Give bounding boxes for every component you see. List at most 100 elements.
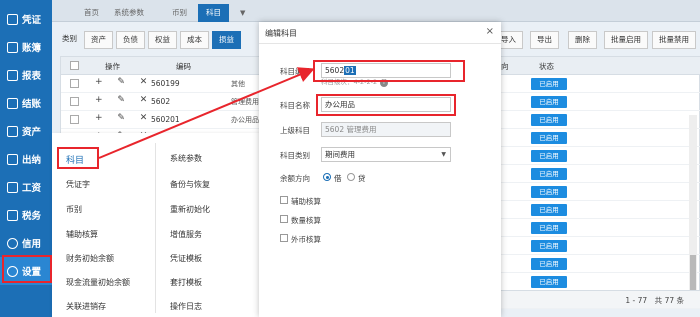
row-actions[interactable]: + ✎ ✕ (95, 113, 153, 123)
debit-radio[interactable] (323, 173, 331, 181)
sidebar-item-tax[interactable]: 税务 (0, 201, 52, 229)
foreign-currency-checkbox[interactable] (280, 234, 288, 242)
tab-bar: 首页 系统参数 币别 科目 ▼ (52, 0, 700, 22)
menu-item-voucher-template[interactable]: 凭证模板 (170, 253, 202, 264)
menu-item-print-template[interactable]: 套打模板 (170, 277, 202, 288)
filter-cost-button[interactable]: 成本 (180, 31, 209, 49)
menu-item-inventory-link[interactable]: 关联进销存 (66, 301, 106, 312)
menu-item-initial-balance[interactable]: 财务初始余额 (66, 253, 114, 264)
tab-accounts[interactable]: 科目 (198, 4, 229, 22)
highlight-name-input (316, 94, 456, 116)
row-checkbox[interactable] (70, 115, 79, 124)
foreign-currency-label: 外币核算 (291, 235, 321, 244)
sidebar-item-cashier[interactable]: 出纳 (0, 145, 52, 173)
status-badge[interactable]: 已启用 (531, 96, 567, 108)
vertical-scrollbar[interactable] (689, 115, 697, 295)
sidebar-label: 账簿 (22, 43, 42, 54)
tab-home[interactable]: 首页 (76, 4, 107, 22)
highlight-settings (2, 255, 52, 283)
status-badge[interactable]: 已启用 (531, 204, 567, 216)
status-badge[interactable]: 已启用 (531, 78, 567, 90)
status-badge[interactable]: 已启用 (531, 222, 567, 234)
sidebar-item-asset[interactable]: 资产 (0, 117, 52, 145)
debit-label: 借 (334, 174, 342, 183)
sidebar-label: 税务 (22, 211, 42, 222)
header-direction: 向 (501, 62, 509, 71)
sidebar-item-salary[interactable]: 工资 (0, 173, 52, 201)
voucher-icon (7, 13, 18, 25)
asset-icon (7, 125, 18, 137)
status-badge[interactable]: 已启用 (531, 150, 567, 162)
account-category-select[interactable]: 期间费用 ▼ (321, 147, 451, 162)
status-badge[interactable]: 已启用 (531, 276, 567, 288)
chevron-down-icon[interactable]: ▼ (232, 4, 253, 22)
parent-label: 上级科目 (280, 126, 310, 135)
row-code: 5602 (151, 97, 171, 106)
batch-enable-button[interactable]: 批量启用 (604, 31, 648, 49)
menu-item-operation-log[interactable]: 操作日志 (170, 301, 202, 312)
row-name: 管理费用 (231, 98, 259, 106)
salary-icon (7, 181, 18, 193)
category-label: 科目类别 (280, 151, 310, 160)
export-button[interactable]: 导出 (530, 31, 559, 49)
category-value: 期间费用 (325, 150, 355, 159)
status-badge[interactable]: 已启用 (531, 186, 567, 198)
row-name: 办公用品 (231, 116, 259, 124)
highlight-code-input (313, 60, 465, 82)
credit-icon (7, 237, 18, 249)
tab-system-params[interactable]: 系统参数 (106, 4, 152, 22)
close-icon[interactable]: × (486, 26, 494, 37)
cashier-icon (7, 153, 18, 165)
menu-item-aux-accounting[interactable]: 辅助核算 (66, 229, 98, 240)
filter-asset-button[interactable]: 资产 (84, 31, 113, 49)
sidebar-label: 工资 (22, 183, 42, 194)
filter-profit-loss-button[interactable]: 损益 (212, 31, 241, 49)
tax-icon (7, 209, 18, 221)
status-badge[interactable]: 已启用 (531, 114, 567, 126)
sidebar-label: 报表 (22, 71, 42, 82)
quantity-accounting-label: 数量核算 (291, 216, 321, 225)
sidebar-item-ledger[interactable]: 账簿 (0, 33, 52, 61)
menu-item-system-params[interactable]: 系统参数 (170, 153, 202, 164)
status-badge[interactable]: 已启用 (531, 240, 567, 252)
menu-item-currency[interactable]: 币别 (66, 204, 82, 215)
sidebar-item-closing[interactable]: 结账 (0, 89, 52, 117)
filter-liability-button[interactable]: 负债 (116, 31, 145, 49)
row-actions[interactable]: + ✎ ✕ (95, 77, 153, 87)
row-code: 560201 (151, 115, 180, 124)
menu-item-reinitialize[interactable]: 重新初始化 (170, 204, 210, 215)
menu-item-backup-restore[interactable]: 备份与恢复 (170, 179, 210, 190)
row-checkbox[interactable] (70, 79, 79, 88)
credit-label: 贷 (358, 174, 366, 183)
dialog-header: 编辑科目 × (259, 22, 501, 44)
header-status: 状态 (539, 62, 554, 71)
sidebar-label: 信用 (22, 239, 42, 250)
ledger-icon (7, 41, 18, 53)
code-label: 科目编码 (280, 67, 310, 76)
menu-item-value-added[interactable]: 增值服务 (170, 229, 202, 240)
scrollbar-thumb[interactable] (690, 255, 696, 295)
menu-item-voucher-word[interactable]: 凭证字 (66, 179, 90, 190)
delete-button[interactable]: 删除 (568, 31, 597, 49)
sidebar-item-credit[interactable]: 信用 (0, 229, 52, 257)
status-badge[interactable]: 已启用 (531, 258, 567, 270)
menu-item-cashflow-initial[interactable]: 现金流量初始余额 (66, 277, 130, 288)
tab-currency[interactable]: 币别 (164, 4, 195, 22)
filter-equity-button[interactable]: 权益 (148, 31, 177, 49)
aux-accounting-checkbox[interactable] (280, 196, 288, 204)
parent-account-input: 5602 管理费用 (321, 122, 451, 137)
sidebar-label: 资产 (22, 127, 42, 138)
row-actions[interactable]: + ✎ ✕ (95, 95, 153, 105)
row-checkbox[interactable] (70, 97, 79, 106)
quantity-accounting-checkbox[interactable] (280, 215, 288, 223)
credit-radio[interactable] (347, 173, 355, 181)
status-badge[interactable]: 已启用 (531, 168, 567, 180)
status-badge[interactable]: 已启用 (531, 132, 567, 144)
select-all-checkbox[interactable] (70, 61, 79, 70)
sidebar-item-report[interactable]: 报表 (0, 61, 52, 89)
sidebar-item-voucher[interactable]: 凭证 (0, 5, 52, 33)
menu-divider (155, 143, 156, 313)
sidebar-label: 出纳 (22, 155, 42, 166)
batch-disable-button[interactable]: 批量禁用 (652, 31, 696, 49)
category-label: 类别 (62, 34, 77, 43)
